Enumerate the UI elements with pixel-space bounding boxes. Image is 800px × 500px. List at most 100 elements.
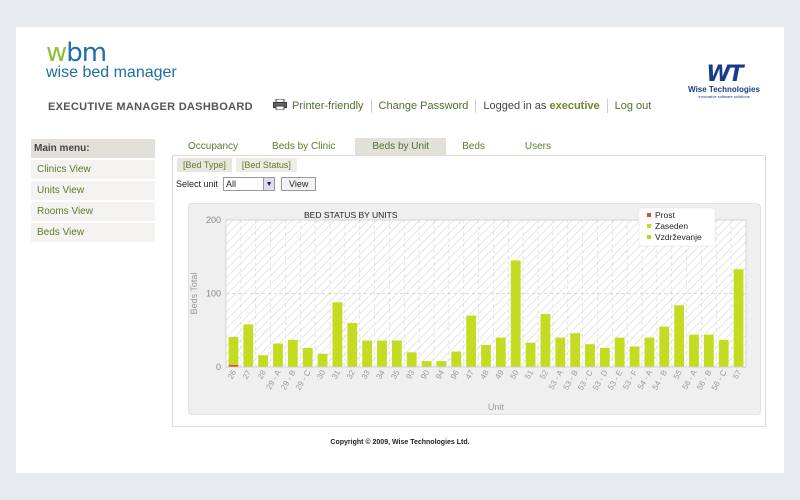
vendor-mark: WT [706,62,743,87]
logout-link[interactable]: Log out [608,99,659,113]
bar [629,346,640,367]
bar [555,337,566,367]
legend-label: Vzdrževanje [655,232,702,242]
y-tick-label: 100 [206,289,221,299]
x-tick-label: 57 [731,368,744,381]
printer-icon [273,99,287,110]
unit-select-value: All [226,179,237,189]
tab-beds-by-unit[interactable]: Beds by Unit [355,138,447,155]
bar [733,269,744,367]
bar [302,347,313,367]
tab-content-panel: [Bed Type] [Bed Status] Select unit All … [172,155,766,427]
sidebar-item-beds-view[interactable]: Beds View [31,223,155,242]
x-tick-label: 56 - C [710,368,729,392]
bar [510,260,521,367]
bar [228,336,239,365]
sidebar-item-units-view[interactable]: Units View [31,181,155,200]
tab-beds-by-clinic[interactable]: Beds by Clinic [258,138,355,155]
chart-title: BED STATUS BY UNITS [304,210,398,220]
x-tick-label: 31 [330,368,343,381]
y-tick-label: 0 [216,362,221,372]
bar [585,344,595,367]
sidebar-item-clinics-view[interactable]: Clinics View [31,160,155,179]
bar [495,337,506,367]
x-tick-label: 49 [493,368,506,381]
x-tick-label: 34 [374,368,387,381]
logo-text: wise bed manager [46,64,177,81]
printer-friendly-label: Printer-friendly [292,100,364,112]
legend-swatch [647,213,651,217]
x-tick-label: 54 - B [651,369,669,392]
tab-beds[interactable]: Beds [446,138,511,155]
bar [540,314,551,367]
x-tick-label: 35 [389,368,402,381]
bar [332,302,343,367]
bar [718,339,729,367]
subtabs: [Bed Type] [Bed Status] [177,158,301,172]
chart-container: 0 100 200 26 27 28 29 - A 29 - B 29 - C 30 31 32 33 3… [188,203,761,415]
vendor-logo: WT Wise Technologies Innovative software… [686,62,762,100]
tab-users[interactable]: Users [511,138,565,155]
bar [287,339,298,367]
x-tick-label: 30 [315,368,328,381]
copyright-footer: Copyright © 2009, Wise Technologies Ltd. [330,439,470,446]
bar [406,352,417,367]
bar [377,340,387,367]
x-tick-label: 93 [404,368,417,381]
chevron-down-icon[interactable]: ▼ [263,178,275,190]
username: executive [549,100,600,112]
logo-mark: wbm [46,38,107,68]
legend-swatch [647,224,651,228]
x-tick-label: 29 - C [294,368,313,392]
bar [347,322,358,367]
y-tick-label: 200 [206,215,221,225]
x-tick-label: 94 [434,368,447,381]
vendor-tagline: Innovative software solutions [698,94,750,99]
unit-select[interactable]: All ▼ [223,177,276,191]
bar [436,361,447,367]
tab-occupancy[interactable]: Occupancy [174,138,258,155]
change-password-link[interactable]: Change Password [372,99,477,113]
bar [599,347,610,367]
legend-label: Zaseden [655,221,688,231]
x-tick-label: 32 [345,368,358,381]
x-tick-label: 47 [464,368,477,381]
logged-in-status: Logged in as executive [476,99,608,113]
bar [570,333,581,367]
x-tick-label: 26 [226,368,239,381]
subtab-bed-type[interactable]: [Bed Type] [177,158,232,172]
wbm-logo[interactable]: wbm wise bed manager [46,38,177,81]
bar [659,326,670,367]
bar [466,315,477,367]
x-tick-label: 48 [478,368,491,381]
select-unit-label: Select unit [176,179,219,189]
y-axis-label: Beds Total [189,273,199,315]
bar [243,324,254,367]
x-tick-label: 55 [672,368,685,381]
bar [391,340,402,367]
main-tabs: Occupancy Beds by Clinic Beds by Unit Be… [174,138,565,155]
printer-friendly-link[interactable]: Printer-friendly [266,99,372,113]
sidebar-heading: Main menu: [31,139,155,158]
bar [481,344,491,367]
view-button[interactable]: View [281,177,317,191]
x-tick-label: 50 [508,368,521,381]
x-tick-label: 51 [523,368,536,381]
bed-status-chart: 010020026 27 2829 - A29 - B29 - C 30 31 32 33 3… [189,207,747,412]
x-tick-label: 27 [241,368,254,381]
bar [689,334,699,367]
bar [614,337,625,367]
x-axis-label: Unit [488,402,505,412]
subtab-bed-status[interactable]: [Bed Status] [235,158,297,172]
page-container: wbm wise bed manager WT Wise Technologie… [16,27,784,473]
unit-filter-row: Select unit All ▼ View [176,177,317,191]
x-tick-label: 90 [419,368,432,381]
sidebar-item-rooms-view[interactable]: Rooms View [31,202,155,221]
x-tick-label: 28 [256,368,269,381]
bar [421,361,432,367]
vendor-name: Wise Technologies [688,85,760,94]
legend-label: Prost [655,210,675,220]
bar [674,305,685,367]
bar [362,340,373,367]
bar [317,353,328,367]
